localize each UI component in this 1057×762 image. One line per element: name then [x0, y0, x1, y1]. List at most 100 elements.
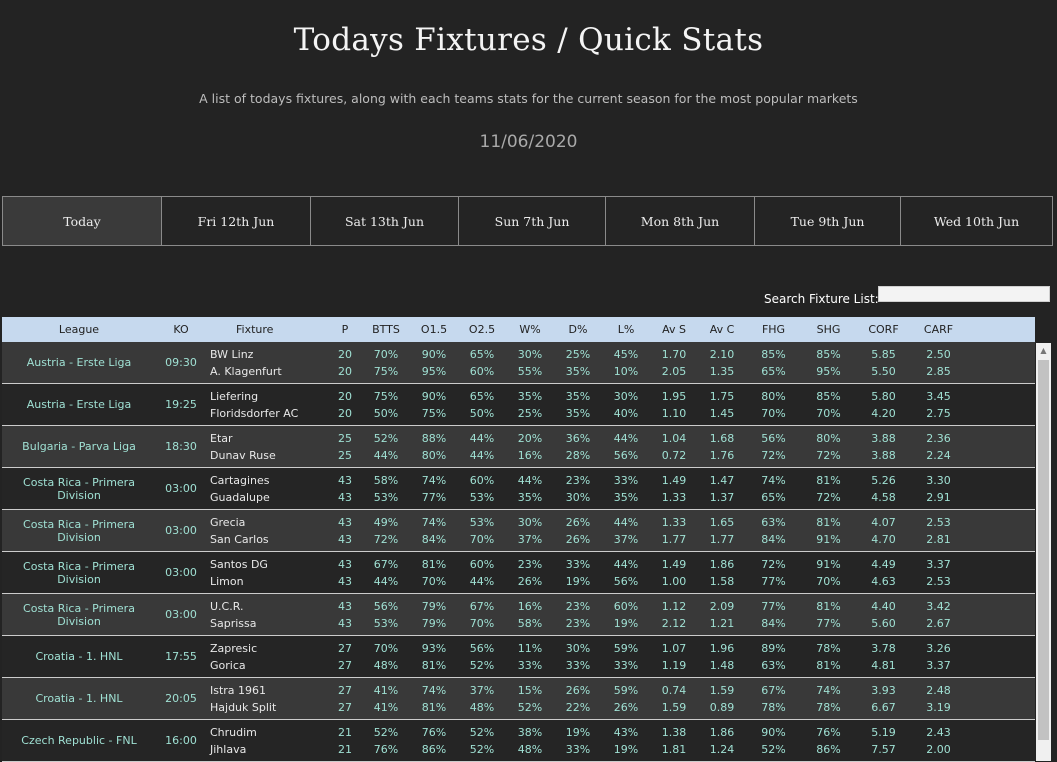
col-header-draw[interactable]: D% — [554, 323, 602, 336]
scroll-up-arrow-icon[interactable]: ▲ — [1036, 343, 1051, 358]
table-row[interactable]: Costa Rica - Primera Division 03:00 U.C.R.… — [2, 594, 1035, 636]
col-header-av-c[interactable]: Av C — [698, 323, 746, 336]
away-draw-value: 35% — [565, 406, 591, 420]
home-av-c-value: 1.47 — [709, 473, 735, 487]
tab-wed-10th-jun[interactable]: Wed 10th Jun — [901, 197, 1052, 245]
home-o15-value: 90% — [421, 347, 447, 361]
home-team-name[interactable]: Etar — [210, 430, 328, 447]
col-header-o15[interactable]: O1.5 — [410, 323, 458, 336]
home-p-value: 43 — [338, 557, 352, 571]
away-team-name[interactable]: Guadalupe — [210, 489, 328, 506]
home-btts-value: 56% — [373, 599, 399, 613]
tab-mon-8th-jun[interactable]: Mon 8th Jun — [606, 197, 755, 245]
away-draw-value: 33% — [565, 742, 591, 756]
home-team-name[interactable]: BW Linz — [210, 346, 328, 363]
col-header-p[interactable]: P — [328, 323, 362, 336]
away-win-value: 26% — [517, 574, 543, 588]
away-corf-value: 4.81 — [871, 658, 896, 672]
table-scrollbar[interactable]: ▲ — [1036, 343, 1051, 761]
fixture-cell: U.C.R. Saprissa — [206, 598, 328, 632]
away-team-name[interactable]: A. Klagenfurt — [210, 363, 328, 380]
away-btts-value: 44% — [373, 574, 399, 588]
col-header-carf[interactable]: CARF — [911, 323, 966, 336]
home-team-name[interactable]: Santos DG — [210, 556, 328, 573]
away-team-name[interactable]: Hajduk Split — [210, 699, 328, 716]
home-team-name[interactable]: Zapresic — [210, 640, 328, 657]
stat-carf-cell: 3.37 2.53 — [911, 556, 966, 590]
home-draw-value: 19% — [565, 725, 591, 739]
home-carf-value: 2.36 — [926, 431, 951, 445]
home-team-name[interactable]: Liefering — [210, 388, 328, 405]
table-row[interactable]: Croatia - 1. HNL 20:05 Istra 1961 Hajduk Sp… — [2, 678, 1035, 720]
home-p-value: 43 — [338, 599, 352, 613]
home-win-value: 30% — [517, 347, 543, 361]
stat-loss-cell: 44% 56% — [602, 430, 650, 464]
away-team-name[interactable]: Dunav Ruse — [210, 447, 328, 464]
col-header-fixture[interactable]: Fixture — [206, 323, 328, 336]
col-header-o25[interactable]: O2.5 — [458, 323, 506, 336]
stat-o15-cell: 90% 75% — [410, 388, 458, 422]
league-cell: Austria - Erste Liga — [26, 356, 132, 369]
away-btts-value: 53% — [373, 490, 399, 504]
table-row[interactable]: Costa Rica - Primera Division 03:00 Cartag… — [2, 468, 1035, 510]
home-corf-value: 4.07 — [871, 515, 896, 529]
away-shg-value: 72% — [816, 448, 841, 462]
col-header-ko[interactable]: KO — [156, 323, 206, 336]
away-team-name[interactable]: Gorica — [210, 657, 328, 674]
home-team-name[interactable]: Istra 1961 — [210, 682, 328, 699]
table-row[interactable]: Austria - Erste Liga 19:25 Liefering Florid… — [2, 384, 1035, 426]
stat-p-cell: 43 43 — [328, 472, 362, 506]
table-row[interactable]: Croatia - 1. HNL 17:55 Zapresic Gorica 27 27 7… — [2, 636, 1035, 678]
col-header-shg[interactable]: SHG — [801, 323, 856, 336]
kickoff-cell: 03:00 — [165, 482, 197, 495]
away-win-value: 37% — [517, 532, 543, 546]
league-cell: Bulgaria - Parva Liga — [22, 440, 136, 453]
home-team-name[interactable]: Chrudim — [210, 724, 328, 741]
away-p-value: 43 — [338, 532, 352, 546]
home-draw-value: 35% — [565, 389, 591, 403]
search-input[interactable] — [878, 286, 1050, 302]
away-team-name[interactable]: Limon — [210, 573, 328, 590]
stat-loss-cell: 44% 37% — [602, 514, 650, 548]
col-header-corf[interactable]: CORF — [856, 323, 911, 336]
tab-sun-7th-jun[interactable]: Sun 7th Jun — [459, 197, 606, 245]
home-btts-value: 70% — [373, 641, 399, 655]
away-team-name[interactable]: San Carlos — [210, 531, 328, 548]
table-row[interactable]: Bulgaria - Parva Liga 18:30 Etar Dunav Ruse… — [2, 426, 1035, 468]
stat-p-cell: 20 20 — [328, 346, 362, 380]
home-corf-value: 5.19 — [871, 725, 896, 739]
tab-tue-9th-jun[interactable]: Tue 9th Jun — [755, 197, 901, 245]
col-header-win[interactable]: W% — [506, 323, 554, 336]
stat-av-s-cell: 1.04 0.72 — [650, 430, 698, 464]
away-team-name[interactable]: Saprissa — [210, 615, 328, 632]
home-draw-value: 26% — [565, 515, 591, 529]
stat-fhg-cell: 90% 52% — [746, 724, 801, 758]
home-shg-value: 81% — [816, 473, 841, 487]
stat-fhg-cell: 56% 72% — [746, 430, 801, 464]
home-carf-value: 2.48 — [926, 683, 951, 697]
stat-fhg-cell: 72% 77% — [746, 556, 801, 590]
search-label: Search Fixture List: — [764, 292, 879, 306]
home-team-name[interactable]: Grecia — [210, 514, 328, 531]
home-win-value: 15% — [517, 683, 543, 697]
table-row[interactable]: Austria - Erste Liga 09:30 BW Linz A. Klage… — [2, 342, 1035, 384]
table-row[interactable]: Costa Rica - Primera Division 03:00 Santos… — [2, 552, 1035, 594]
home-team-name[interactable]: U.C.R. — [210, 598, 328, 615]
tab-today[interactable]: Today — [3, 197, 162, 245]
away-team-name[interactable]: Floridsdorfer AC — [210, 405, 328, 422]
stat-p-cell: 43 43 — [328, 556, 362, 590]
table-row[interactable]: Costa Rica - Primera Division 03:00 Grecia… — [2, 510, 1035, 552]
home-carf-value: 3.37 — [926, 557, 951, 571]
col-header-av-s[interactable]: Av S — [650, 323, 698, 336]
col-header-league[interactable]: League — [2, 323, 156, 336]
away-team-name[interactable]: Jihlava — [210, 741, 328, 758]
tab-sat-13th-jun[interactable]: Sat 13th Jun — [311, 197, 459, 245]
col-header-fhg[interactable]: FHG — [746, 323, 801, 336]
home-team-name[interactable]: Cartagines — [210, 472, 328, 489]
tab-fri-12th-jun[interactable]: Fri 12th Jun — [162, 197, 311, 245]
stat-loss-cell: 30% 40% — [602, 388, 650, 422]
col-header-loss[interactable]: L% — [602, 323, 650, 336]
col-header-btts[interactable]: BTTS — [362, 323, 410, 336]
scrollbar-thumb[interactable] — [1038, 360, 1049, 740]
table-row[interactable]: Czech Republic - FNL 16:00 Chrudim Jihlava 2… — [2, 720, 1035, 762]
